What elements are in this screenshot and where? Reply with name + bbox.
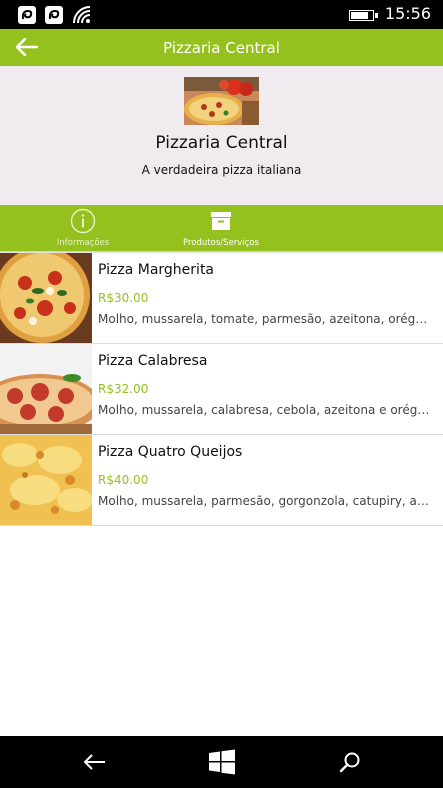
product-description: Molho, mussarela, parmesão, gorgonzola, … <box>98 494 433 508</box>
notification-icon <box>44 5 64 29</box>
tab-label: Informações <box>56 238 110 248</box>
wifi-icon <box>72 5 92 29</box>
tab-informacoes[interactable]: Informações <box>18 205 148 251</box>
info-icon <box>70 208 96 238</box>
back-icon <box>84 754 105 770</box>
business-logo-image <box>184 77 259 125</box>
page-title: Pizzaria Central <box>163 39 280 57</box>
business-tagline: A verdadeira pizza italiana <box>141 163 302 177</box>
product-image <box>0 253 92 343</box>
tab-produtos-servicos[interactable]: Produtos/Serviços <box>156 205 286 251</box>
notification-icon <box>17 5 37 29</box>
product-price: R$32.00 <box>98 382 149 396</box>
list-item[interactable]: Pizza Calabresa R$32.00 Molho, mussarela… <box>0 344 443 435</box>
app-header: Pizzaria Central <box>0 29 443 66</box>
product-description: Molho, mussarela, tomate, parmesão, azei… <box>98 312 433 326</box>
tab-label: Produtos/Serviços <box>183 238 259 248</box>
product-description: Molho, mussarela, calabresa, cebola, aze… <box>98 403 433 417</box>
nav-start-button[interactable] <box>207 748 237 776</box>
product-name: Pizza Margherita <box>98 262 215 278</box>
windows-start-icon <box>209 749 235 775</box>
product-image <box>0 435 92 525</box>
product-image <box>0 344 92 434</box>
archive-box-icon <box>210 211 232 235</box>
nav-search-button[interactable] <box>335 748 365 776</box>
clock: 15:56 <box>384 4 431 23</box>
product-price: R$30.00 <box>98 291 149 305</box>
list-item[interactable]: Pizza Margherita R$30.00 Molho, mussarel… <box>0 253 443 344</box>
product-price: R$40.00 <box>98 473 149 487</box>
business-name: Pizzaria Central <box>155 133 288 153</box>
battery-icon <box>349 10 378 21</box>
tab-bar: Informações Produtos/Serviços <box>0 205 443 251</box>
search-icon <box>339 752 360 773</box>
status-bar: 15:56 <box>0 0 443 29</box>
product-name: Pizza Calabresa <box>98 353 208 369</box>
nav-back-button[interactable] <box>80 748 110 776</box>
system-nav-bar <box>0 736 443 788</box>
product-name: Pizza Quatro Queijos <box>98 444 243 460</box>
list-item[interactable]: Pizza Quatro Queijos R$40.00 Molho, muss… <box>0 435 443 526</box>
business-hero: Pizzaria Central A verdadeira pizza ital… <box>0 66 443 205</box>
